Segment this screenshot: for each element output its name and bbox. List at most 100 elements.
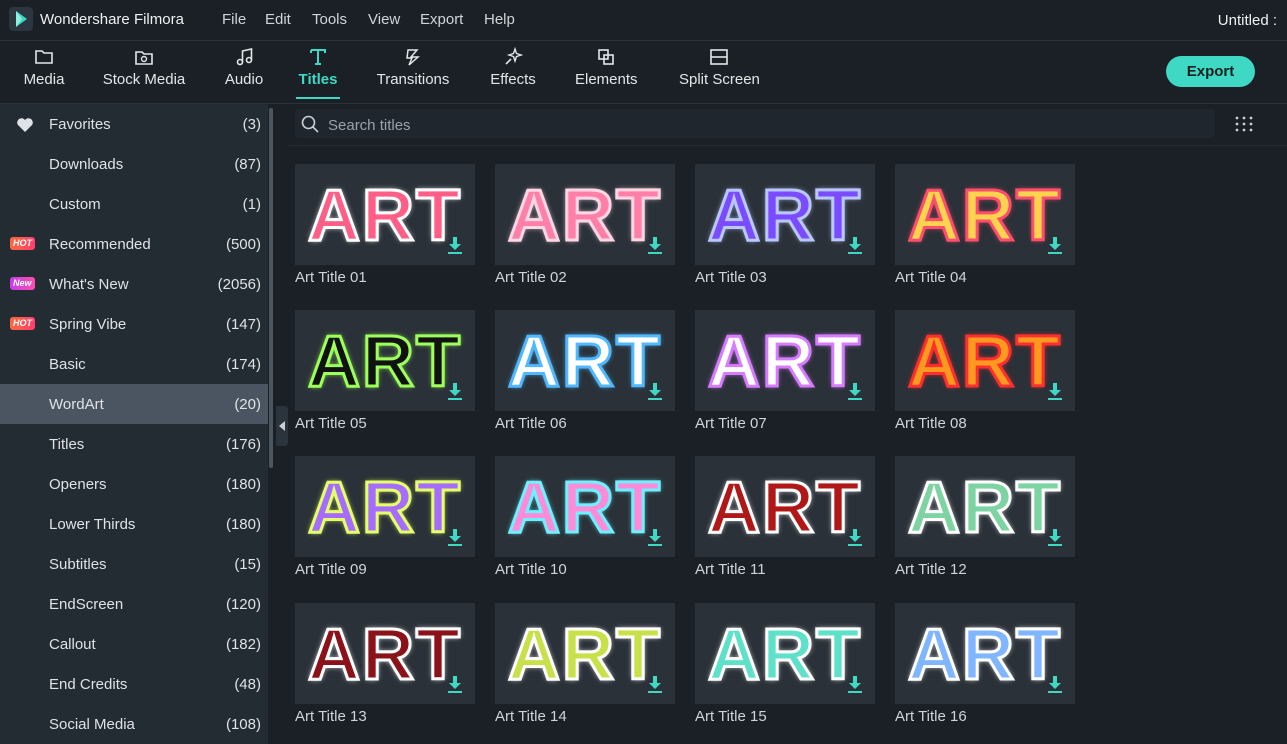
title-thumbnail[interactable]: ART <box>695 603 875 704</box>
tab-audio[interactable]: Audio <box>223 41 265 103</box>
collapse-sidebar-button[interactable] <box>276 406 288 446</box>
search-input[interactable] <box>328 116 928 134</box>
download-icon[interactable] <box>447 676 463 694</box>
sidebar-item-titles[interactable]: Titles (176) <box>0 424 268 464</box>
title-thumbnail[interactable]: ART <box>895 310 1075 411</box>
title-card[interactable]: ART Art Title 10 <box>495 456 675 586</box>
tab-label: Media <box>23 71 65 88</box>
sidebar-item-count: (176) <box>225 436 261 453</box>
sidebar-item-spring-vibe[interactable]: HOT Spring Vibe (147) <box>0 304 268 344</box>
title-card[interactable]: ART Art Title 15 <box>695 603 875 733</box>
tab-stock-media[interactable]: Stock Media <box>102 41 186 103</box>
tab-label: Effects <box>490 71 536 88</box>
title-card[interactable]: ART Art Title 11 <box>695 456 875 586</box>
title-card[interactable]: ART Art Title 03 <box>695 164 875 294</box>
sidebar-item-custom[interactable]: Custom (1) <box>0 184 268 224</box>
download-icon[interactable] <box>647 676 663 694</box>
sidebar-item-end-credits[interactable]: End Credits (48) <box>0 664 268 704</box>
title-card[interactable]: ART Art Title 12 <box>895 456 1075 586</box>
sidebar-item-what-s-new[interactable]: New What's New (2056) <box>0 264 268 304</box>
tab-transitions[interactable]: Transitions <box>376 41 450 103</box>
title-thumbnail[interactable]: ART <box>695 310 875 411</box>
title-thumbnail[interactable]: ART <box>295 603 475 704</box>
sidebar-item-callout[interactable]: Callout (182) <box>0 624 268 664</box>
title-card[interactable]: ART Art Title 07 <box>695 310 875 440</box>
tab-elements[interactable]: Elements <box>575 41 638 103</box>
download-icon[interactable] <box>647 237 663 255</box>
download-icon[interactable] <box>1047 237 1063 255</box>
title-card[interactable]: ART Art Title 13 <box>295 603 475 733</box>
download-icon[interactable] <box>647 383 663 401</box>
title-thumbnail[interactable]: ART <box>695 456 875 557</box>
sidebar-item-label: Basic <box>49 356 86 373</box>
sidebar-item-count: (87) <box>234 156 261 173</box>
sidebar-item-wordart[interactable]: WordArt (20) <box>0 384 268 424</box>
title-card-label: Art Title 10 <box>495 561 567 578</box>
title-thumbnail[interactable]: ART <box>295 456 475 557</box>
title-card[interactable]: ART Art Title 08 <box>895 310 1075 440</box>
hot-badge: HOT <box>10 317 35 330</box>
menu-file[interactable]: File <box>222 11 246 28</box>
sidebar-item-label: Downloads <box>49 156 124 173</box>
title-thumbnail[interactable]: ART <box>695 164 875 265</box>
title-card[interactable]: ART Art Title 16 <box>895 603 1075 733</box>
download-icon[interactable] <box>447 237 463 255</box>
title-thumbnail[interactable]: ART <box>895 164 1075 265</box>
sidebar-item-count: (182) <box>225 636 261 653</box>
title-thumbnail[interactable]: ART <box>895 456 1075 557</box>
sidebar-item-label: Favorites <box>49 116 111 133</box>
sidebar-item-openers[interactable]: Openers (180) <box>0 464 268 504</box>
tab-split-screen[interactable]: Split Screen <box>679 41 760 103</box>
export-button[interactable]: Export <box>1166 56 1255 87</box>
tab-media[interactable]: Media <box>20 41 68 103</box>
title-thumbnail[interactable]: ART <box>495 310 675 411</box>
tab-effects[interactable]: Effects <box>490 41 536 103</box>
menu-view[interactable]: View <box>368 11 400 28</box>
split-screen-icon <box>710 49 728 65</box>
title-thumbnail[interactable]: ART <box>495 164 675 265</box>
title-card[interactable]: ART Art Title 09 <box>295 456 475 586</box>
download-icon[interactable] <box>1047 676 1063 694</box>
tab-titles[interactable]: Titles <box>296 41 340 103</box>
title-thumbnail[interactable]: ART <box>295 164 475 265</box>
title-card-label: Art Title 14 <box>495 708 567 725</box>
download-icon[interactable] <box>447 383 463 401</box>
sidebar-item-basic[interactable]: Basic (174) <box>0 344 268 384</box>
title-card[interactable]: ART Art Title 02 <box>495 164 675 294</box>
title-card[interactable]: ART Art Title 14 <box>495 603 675 733</box>
title-card[interactable]: ART Art Title 04 <box>895 164 1075 294</box>
sidebar-item-favorites[interactable]: Favorites (3) <box>0 104 268 144</box>
sidebar-item-recommended[interactable]: HOT Recommended (500) <box>0 224 268 264</box>
title-thumbnail[interactable]: ART <box>295 310 475 411</box>
sidebar-scrollbar-thumb[interactable] <box>269 108 273 468</box>
download-icon[interactable] <box>847 529 863 547</box>
download-icon[interactable] <box>847 676 863 694</box>
sidebar-item-social-media[interactable]: Social Media (108) <box>0 704 268 744</box>
download-icon[interactable] <box>1047 529 1063 547</box>
sidebar-item-lower-thirds[interactable]: Lower Thirds (180) <box>0 504 268 544</box>
download-icon[interactable] <box>847 383 863 401</box>
menu-tools[interactable]: Tools <box>312 11 347 28</box>
sidebar-item-count: (2056) <box>217 276 261 293</box>
title-thumbnail[interactable]: ART <box>495 456 675 557</box>
sidebar-item-label: Spring Vibe <box>49 316 127 333</box>
download-icon[interactable] <box>447 529 463 547</box>
download-icon[interactable] <box>647 529 663 547</box>
sidebar-item-count: (147) <box>225 316 261 333</box>
title-card[interactable]: ART Art Title 06 <box>495 310 675 440</box>
sidebar-item-endscreen[interactable]: EndScreen (120) <box>0 584 268 624</box>
title-thumbnail[interactable]: ART <box>895 603 1075 704</box>
title-thumbnail[interactable]: ART <box>495 603 675 704</box>
sidebar-item-downloads[interactable]: Downloads (87) <box>0 144 268 184</box>
menu-edit[interactable]: Edit <box>265 11 291 28</box>
title-card-label: Art Title 02 <box>495 269 567 286</box>
download-icon[interactable] <box>1047 383 1063 401</box>
title-card[interactable]: ART Art Title 01 <box>295 164 475 294</box>
sidebar-item-subtitles[interactable]: Subtitles (15) <box>0 544 268 584</box>
grid-view-icon[interactable] <box>1235 116 1253 132</box>
filmora-logo-icon <box>9 7 33 31</box>
menu-export[interactable]: Export <box>420 11 463 28</box>
menu-help[interactable]: Help <box>484 11 515 28</box>
download-icon[interactable] <box>847 237 863 255</box>
title-card[interactable]: ART Art Title 05 <box>295 310 475 440</box>
